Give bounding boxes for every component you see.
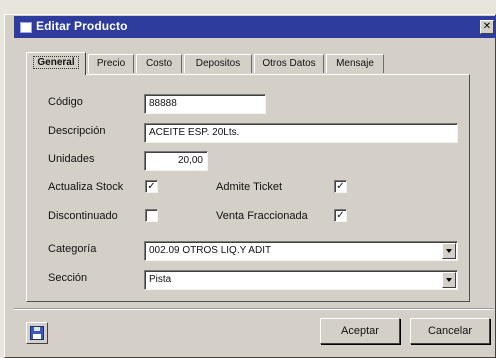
seccion-label: Sección	[48, 272, 88, 284]
window-title: Editar Producto	[36, 19, 128, 33]
save-button[interactable]	[26, 322, 48, 344]
codigo-input[interactable]: 88888	[144, 94, 266, 114]
aceptar-button[interactable]: Aceptar	[320, 318, 400, 344]
descripcion-input[interactable]: ACEITE ESP. 20Lts.	[144, 123, 458, 143]
seccion-value: Pista	[149, 274, 172, 285]
tab-mensaje[interactable]: Mensaje	[326, 54, 384, 73]
chevron-down-icon[interactable]	[442, 272, 456, 288]
admite-ticket-checkbox[interactable]: ✓	[334, 180, 347, 193]
tab-general-label: General	[33, 56, 79, 69]
actualiza-stock-label: Actualiza Stock	[48, 181, 124, 193]
window-app-icon	[20, 22, 32, 33]
categoria-value: 002.09 OTROS LIQ.Y ADIT	[149, 245, 272, 256]
tab-depositos[interactable]: Depositos	[184, 54, 252, 73]
tab-general[interactable]: General	[26, 52, 86, 75]
descripcion-label: Descripción	[48, 125, 106, 137]
unidades-input[interactable]: 20,00	[144, 151, 208, 171]
codigo-label: Código	[48, 96, 83, 108]
categoria-label: Categoría	[48, 243, 97, 255]
categoria-select[interactable]: 002.09 OTROS LIQ.Y ADIT	[144, 241, 458, 261]
admite-ticket-label: Admite Ticket	[216, 181, 283, 193]
venta-fraccionada-label: Venta Fraccionada	[216, 210, 308, 222]
floppy-disk-icon	[30, 326, 44, 340]
actualiza-stock-checkbox[interactable]: ✓	[145, 180, 158, 193]
discontinuado-label: Discontinuado	[48, 210, 118, 222]
close-button[interactable]: ✕	[480, 20, 494, 34]
seccion-select[interactable]: Pista	[144, 270, 458, 290]
discontinuado-checkbox[interactable]	[145, 209, 158, 222]
tab-precio[interactable]: Precio	[88, 54, 134, 73]
chevron-down-icon[interactable]	[442, 243, 456, 259]
unidades-label: Unidades	[48, 153, 95, 165]
title-bar: Editar Producto ✕	[14, 16, 496, 38]
cancelar-button[interactable]: Cancelar	[410, 318, 490, 344]
venta-fraccionada-checkbox[interactable]: ✓	[334, 209, 347, 222]
footer-divider	[14, 308, 494, 310]
tab-otros-datos[interactable]: Otros Datos	[254, 54, 324, 73]
tab-costo[interactable]: Costo	[136, 54, 182, 73]
